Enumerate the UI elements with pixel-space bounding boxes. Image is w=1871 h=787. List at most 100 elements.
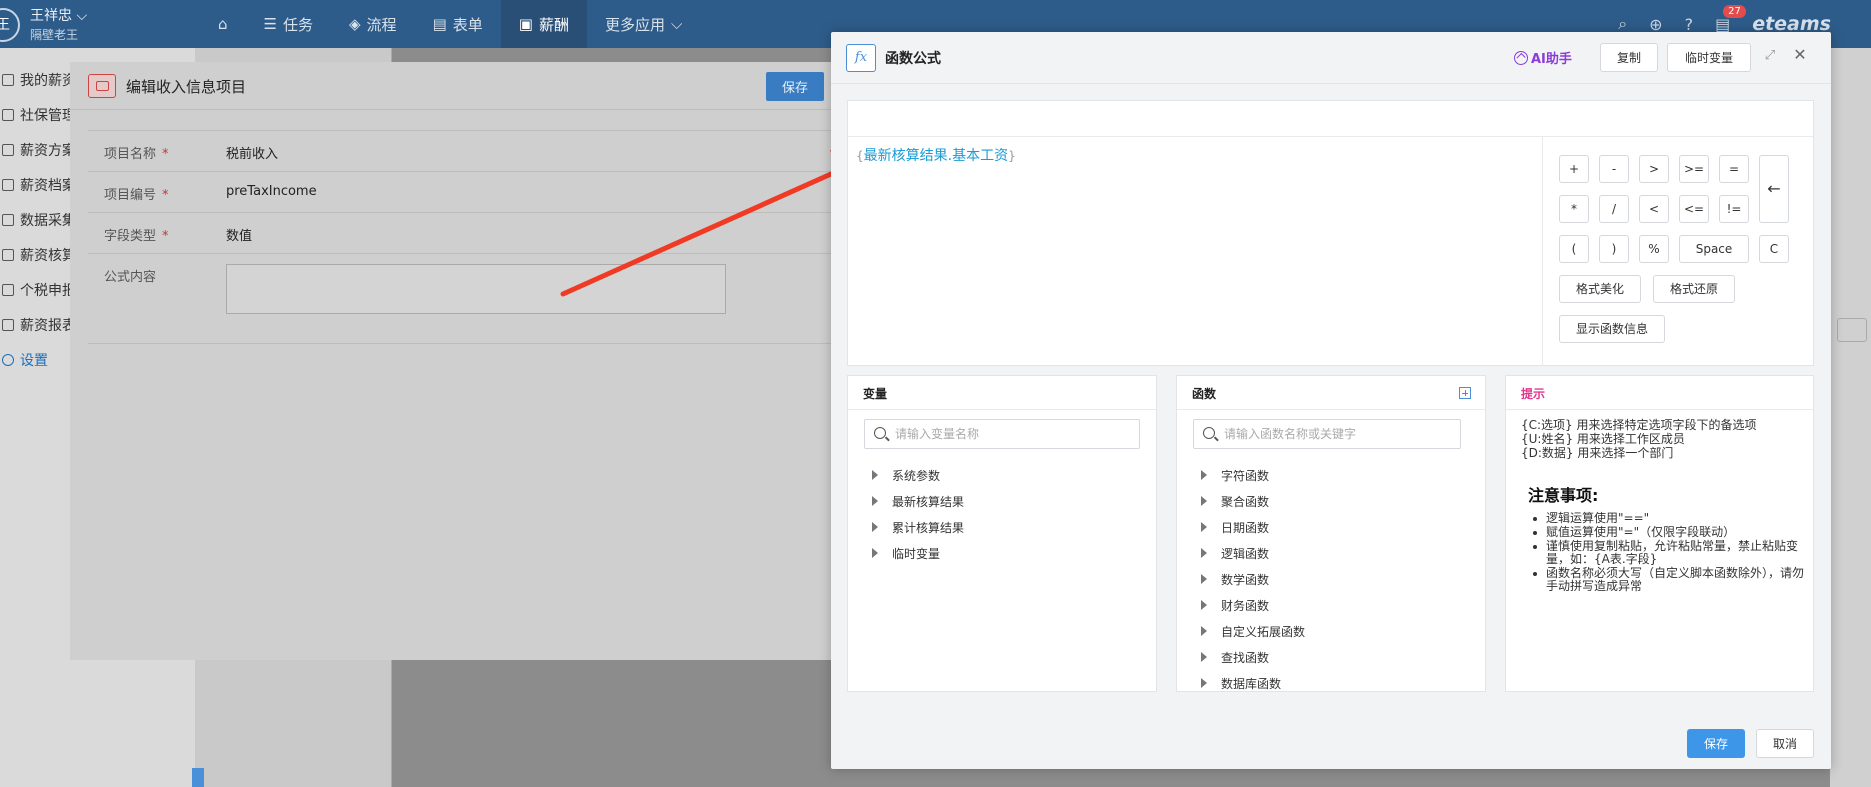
format-restore-button[interactable]: 格式还原 <box>1653 275 1735 303</box>
notification-icon[interactable]: ▤ 27 <box>1715 4 1746 34</box>
variable-search[interactable] <box>864 419 1140 449</box>
list-icon: ☰ <box>263 15 277 33</box>
key-minus[interactable]: - <box>1599 155 1629 183</box>
key-divide[interactable]: / <box>1599 195 1629 223</box>
show-function-info-button[interactable]: 显示函数信息 <box>1559 315 1665 343</box>
edit-save-button[interactable]: 保存 <box>766 72 824 101</box>
tree-item-temp-variables[interactable]: 临时变量 <box>872 540 964 566</box>
format-beautify-button[interactable]: 格式美化 <box>1559 275 1641 303</box>
nav-tasks[interactable]: ☰ 任务 <box>246 0 331 48</box>
nav-home[interactable]: ⌂ <box>200 0 246 48</box>
money-icon: ▣ <box>518 15 533 33</box>
editor-toolbar <box>848 101 1813 137</box>
key-right-paren[interactable]: ) <box>1599 235 1629 263</box>
field-label: 字段类型 * <box>104 225 169 244</box>
form-row-formula: 公式内容 <box>88 254 850 344</box>
function-search[interactable] <box>1193 419 1461 449</box>
formula-code[interactable]: {最新核算结果.基本工资} <box>856 145 1016 165</box>
nav-more-apps[interactable]: 更多应用 ⌵ <box>587 0 700 48</box>
caret-right-icon <box>872 522 878 532</box>
backspace-key[interactable]: ← <box>1759 155 1789 223</box>
fx-cancel-button[interactable]: 取消 <box>1756 729 1814 758</box>
function-tree: 字符函数 聚合函数 日期函数 逻辑函数 数学函数 财务函数 自定义拓展函数 查找… <box>1201 462 1305 696</box>
tree-item-lookup-functions[interactable]: 查找函数 <box>1201 644 1305 670</box>
key-not-equal[interactable]: != <box>1719 195 1749 223</box>
nav-salary[interactable]: ▣ 薪酬 <box>500 0 587 48</box>
sidebar-item-label: 薪资档案 <box>20 177 76 194</box>
key-multiply[interactable]: * <box>1559 195 1589 223</box>
search-icon[interactable]: ⌕ <box>1618 14 1627 34</box>
key-percent[interactable]: % <box>1639 235 1669 263</box>
key-clear[interactable]: C <box>1759 235 1789 263</box>
tree-item-label: 系统参数 <box>892 468 941 483</box>
tree-item-custom-functions[interactable]: 自定义拓展函数 <box>1201 618 1305 644</box>
layers-icon: ◈ <box>349 15 361 33</box>
key-equal[interactable]: = <box>1719 155 1749 183</box>
nav-tasks-label: 任务 <box>282 15 313 34</box>
formula-editor: {最新核算结果.基本工资} + - > >= = * / < <= != ( )… <box>847 100 1814 366</box>
background-content-edge <box>1830 48 1871 787</box>
field-label: 项目名称 * <box>104 143 169 162</box>
functions-panel-header: 函数 <box>1177 376 1485 410</box>
notice-title: 注意事项: <box>1528 486 1599 505</box>
formula-content-textarea[interactable] <box>226 264 726 314</box>
home-icon: ⌂ <box>218 15 228 33</box>
user-name[interactable]: 王祥忠 ⌵ <box>30 5 87 25</box>
fx-save-button[interactable]: 保存 <box>1687 729 1745 758</box>
temp-variable-button[interactable]: 临时变量 <box>1667 43 1751 72</box>
copy-button[interactable]: 复制 <box>1600 43 1658 72</box>
field-type-value[interactable]: 数值 <box>226 225 252 244</box>
item-name-value[interactable]: 税前收入 <box>226 143 278 162</box>
tree-item-cumulative-result[interactable]: 累计核算结果 <box>872 514 964 540</box>
avatar[interactable]: 王 <box>0 8 20 42</box>
hint-line: {U:姓名} 用来选择工作区成员 <box>1521 432 1685 446</box>
key-left-paren[interactable]: ( <box>1559 235 1589 263</box>
tree-item-label: 临时变量 <box>892 546 941 561</box>
variables-panel: 变量 系统参数 最新核算结果 累计核算结果 临时变量 <box>847 375 1157 692</box>
add-function-icon[interactable] <box>1459 387 1471 399</box>
add-circle-icon[interactable]: ⊕ <box>1649 15 1662 34</box>
nav-process[interactable]: ◈ 流程 <box>331 0 415 48</box>
tree-item-date-functions[interactable]: 日期函数 <box>1201 514 1305 540</box>
field-label-text: 字段类型 <box>104 229 157 244</box>
tree-item-label: 聚合函数 <box>1221 494 1270 509</box>
tree-item-finance-functions[interactable]: 财务函数 <box>1201 592 1305 618</box>
tree-item-latest-result[interactable]: 最新核算结果 <box>872 488 964 514</box>
key-greater-equal[interactable]: >= <box>1679 155 1709 183</box>
notice-list: 逻辑运算使用"==" 赋值运算使用"="（仅限字段联动） 谨慎使用复制粘贴，允许… <box>1528 512 1806 594</box>
variable-search-input[interactable] <box>895 425 1115 443</box>
tree-item-math-functions[interactable]: 数学函数 <box>1201 566 1305 592</box>
help-icon[interactable]: ? <box>1685 15 1694 34</box>
key-less[interactable]: < <box>1639 195 1669 223</box>
close-icon[interactable]: ✕ <box>1792 47 1808 63</box>
key-space[interactable]: Space <box>1679 235 1749 263</box>
table-icon: ▤ <box>432 15 447 33</box>
background-dropdown <box>1837 318 1867 342</box>
tree-item-system-params[interactable]: 系统参数 <box>872 462 964 488</box>
tree-item-database-functions[interactable]: 数据库函数 <box>1201 670 1305 696</box>
key-greater[interactable]: > <box>1639 155 1669 183</box>
tree-item-logic-functions[interactable]: 逻辑函数 <box>1201 540 1305 566</box>
field-label: 项目编号 * <box>104 184 169 203</box>
user-org: 隔壁老王 <box>30 28 79 42</box>
nav-forms[interactable]: ▤ 表单 <box>415 0 501 48</box>
fx-dialog-header: fx 函数公式 AI助手 复制 临时变量 ⤢ ✕ <box>831 32 1831 84</box>
document-icon <box>2 73 14 86</box>
tree-item-aggregate-functions[interactable]: 聚合函数 <box>1201 488 1305 514</box>
tree-item-label: 数学函数 <box>1221 572 1270 587</box>
tree-item-label: 自定义拓展函数 <box>1221 624 1306 639</box>
hints-panel-title: 提示 <box>1506 376 1813 410</box>
sidebar-item-label: 数据采集 <box>20 212 76 229</box>
key-less-equal[interactable]: <= <box>1679 195 1709 223</box>
tree-item-string-functions[interactable]: 字符函数 <box>1201 462 1305 488</box>
function-search-input[interactable] <box>1224 425 1444 443</box>
field-label-text: 项目编号 <box>104 188 157 203</box>
chevron-down-icon: ⌵ <box>72 8 88 24</box>
formula-variable[interactable]: 最新核算结果.基本工资 <box>864 148 1008 164</box>
item-code-value[interactable]: preTaxIncome <box>226 184 317 199</box>
ai-assistant-button[interactable]: AI助手 <box>1514 48 1572 67</box>
expand-icon[interactable]: ⤢ <box>1763 49 1777 63</box>
formula-open-brace: { <box>856 149 864 163</box>
form-row-item-code: 项目编号 * preTaxIncome <box>88 172 850 213</box>
key-plus[interactable]: + <box>1559 155 1589 183</box>
